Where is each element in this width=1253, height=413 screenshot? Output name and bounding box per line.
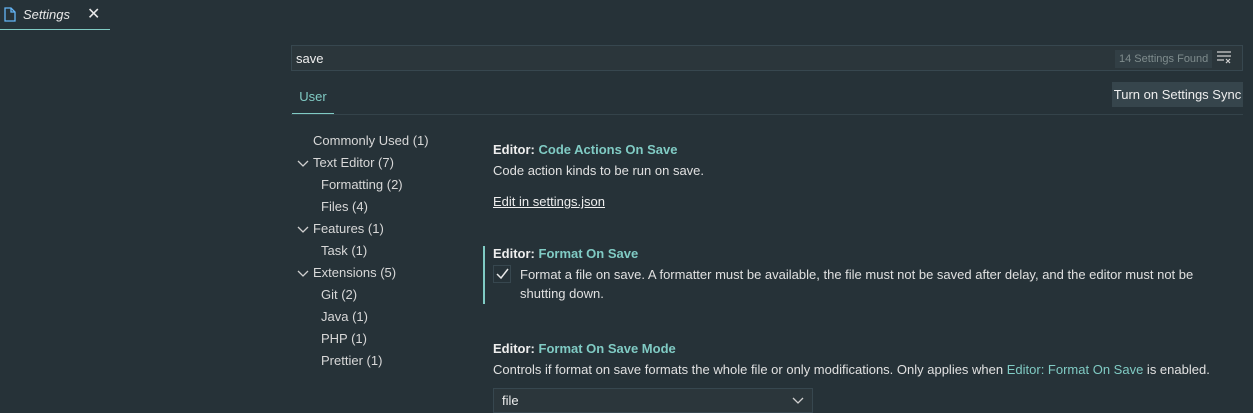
toc-item-label: Extensions (5) xyxy=(313,265,397,280)
toc-item-extensions[interactable]: Extensions (5) xyxy=(297,263,397,283)
toc-item-files[interactable]: Files (4) xyxy=(321,197,368,217)
toc-item-label: Task (1) xyxy=(321,243,368,258)
toc-item-task[interactable]: Task (1) xyxy=(321,241,367,261)
format-on-save-setting-link[interactable]: Editor: Format On Save xyxy=(1007,362,1144,377)
toc-item-label: Prettier (1) xyxy=(321,353,383,368)
chevron-down-icon xyxy=(792,394,804,411)
toc-item-label: Commonly Used (1) xyxy=(313,133,429,148)
format-on-save-checkbox[interactable] xyxy=(493,265,511,283)
setting-title-format-on-save-mode: Editor: Format On Save Mode xyxy=(493,341,676,356)
toc-item-label: Formatting (2) xyxy=(321,177,403,192)
divider xyxy=(291,114,1243,115)
setting-description: Format a file on save. A formatter must … xyxy=(520,267,1194,282)
setting-description-continued: shutting down. xyxy=(520,286,604,301)
turn-on-settings-sync-button[interactable]: Turn on Settings Sync xyxy=(1112,82,1243,107)
tab-label: Settings xyxy=(23,7,70,22)
toc-item-commonly-used[interactable]: Commonly Used (1) xyxy=(313,131,429,151)
settings-search-box: 14 Settings Found xyxy=(291,45,1243,71)
setting-name: Code Actions On Save xyxy=(538,142,678,157)
setting-description: Code action kinds to be run on save. xyxy=(493,163,705,178)
setting-title-code-actions-on-save: Editor: Code Actions On Save xyxy=(493,142,677,157)
toc-item-prettier[interactable]: Prettier (1) xyxy=(321,351,382,371)
toc-item-label: Java (1) xyxy=(321,309,368,324)
toc-item-label: Git (2) xyxy=(321,287,358,302)
tab-user[interactable]: User xyxy=(292,85,334,114)
toc-item-php[interactable]: PHP (1) xyxy=(321,329,367,349)
close-icon[interactable]: ✕ xyxy=(87,4,100,24)
check-icon xyxy=(496,268,509,280)
description-text: Controls if format on save formats the w… xyxy=(493,362,1007,377)
select-value: file xyxy=(502,393,519,408)
setting-category: Editor: xyxy=(493,142,539,157)
toc-item-label: Features (1) xyxy=(313,221,384,236)
format-on-save-mode-select[interactable]: file xyxy=(493,388,813,413)
search-input[interactable] xyxy=(296,49,996,67)
setting-category: Editor: xyxy=(493,246,539,261)
file-icon xyxy=(4,7,16,25)
setting-title-format-on-save: Editor: Format On Save xyxy=(493,246,638,261)
toc-item-label: Files (4) xyxy=(321,199,368,214)
setting-category: Editor: xyxy=(493,341,539,356)
toc-item-features[interactable]: Features (1) xyxy=(297,219,384,239)
edit-in-settings-json-link[interactable]: Edit in settings.json xyxy=(493,194,605,209)
tab-settings[interactable]: Settings ✕ xyxy=(0,0,110,30)
toc-item-java[interactable]: Java (1) xyxy=(321,307,368,327)
toc-item-formatting[interactable]: Formatting (2) xyxy=(321,175,403,195)
description-text: is enabled. xyxy=(1143,362,1210,377)
results-count-badge: 14 Settings Found xyxy=(1115,50,1213,68)
setting-description: Controls if format on save formats the w… xyxy=(493,362,1210,377)
toc-item-label: Text Editor (7) xyxy=(313,155,394,170)
focused-setting-indicator xyxy=(483,246,485,304)
setting-name: Format On Save Mode xyxy=(538,341,676,356)
clear-filter-icon[interactable] xyxy=(1216,50,1232,67)
toc-item-text-editor[interactable]: Text Editor (7) xyxy=(297,153,394,173)
chevron-down-icon[interactable] xyxy=(297,153,309,173)
toc-item-git[interactable]: Git (2) xyxy=(321,285,357,305)
setting-name: Format On Save xyxy=(538,246,639,261)
toc-item-label: PHP (1) xyxy=(321,331,367,346)
chevron-down-icon[interactable] xyxy=(297,219,309,239)
chevron-down-icon[interactable] xyxy=(297,263,309,283)
